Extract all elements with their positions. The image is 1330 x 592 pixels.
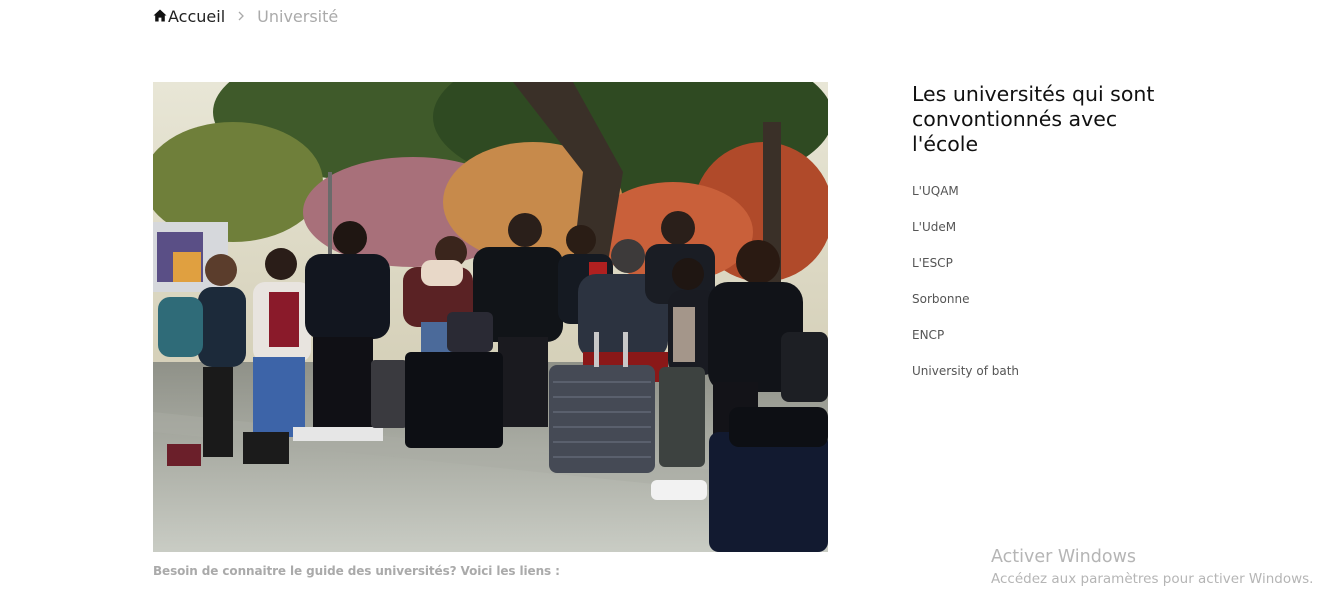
breadcrumb: Accueil Université xyxy=(153,5,338,27)
university-link-uqam[interactable]: L'UQAM xyxy=(912,184,959,198)
students-photo xyxy=(153,82,828,552)
page: Accueil Université Besoin de connaitre l… xyxy=(0,0,1330,592)
list-item: Sorbonne xyxy=(912,291,1172,327)
watermark-subtitle: Accédez aux paramètres pour activer Wind… xyxy=(991,571,1314,587)
breadcrumb-separator xyxy=(237,7,245,25)
university-link-encp[interactable]: ENCP xyxy=(912,328,944,342)
list-item: L'UdeM xyxy=(912,219,1172,255)
watermark-title: Activer Windows xyxy=(991,547,1137,567)
home-icon xyxy=(153,7,168,26)
partner-universities-sidebar: Les universités qui sont convontionnés a… xyxy=(912,82,1172,399)
university-link-bath[interactable]: University of bath xyxy=(912,364,1019,378)
universities-list: L'UQAM L'UdeM L'ESCP Sorbonne ENCP Unive… xyxy=(912,183,1172,399)
list-item: L'ESCP xyxy=(912,255,1172,291)
university-link-sorbonne[interactable]: Sorbonne xyxy=(912,292,969,306)
list-item: ENCP xyxy=(912,327,1172,363)
breadcrumb-home-label: Accueil xyxy=(168,6,226,26)
universities-guide-caption: Besoin de connaitre le guide des univers… xyxy=(153,564,560,578)
sidebar-title: Les universités qui sont convontionnés a… xyxy=(912,82,1155,156)
university-link-udem[interactable]: L'UdeM xyxy=(912,220,956,234)
windows-activation-watermark: Activer Windows Accédez aux paramètres p… xyxy=(991,546,1313,590)
breadcrumb-home-link[interactable]: Accueil xyxy=(153,7,225,26)
list-item: University of bath xyxy=(912,363,1172,399)
breadcrumb-current: Université xyxy=(257,6,339,26)
university-link-escp[interactable]: L'ESCP xyxy=(912,256,953,270)
list-item: L'UQAM xyxy=(912,183,1172,219)
